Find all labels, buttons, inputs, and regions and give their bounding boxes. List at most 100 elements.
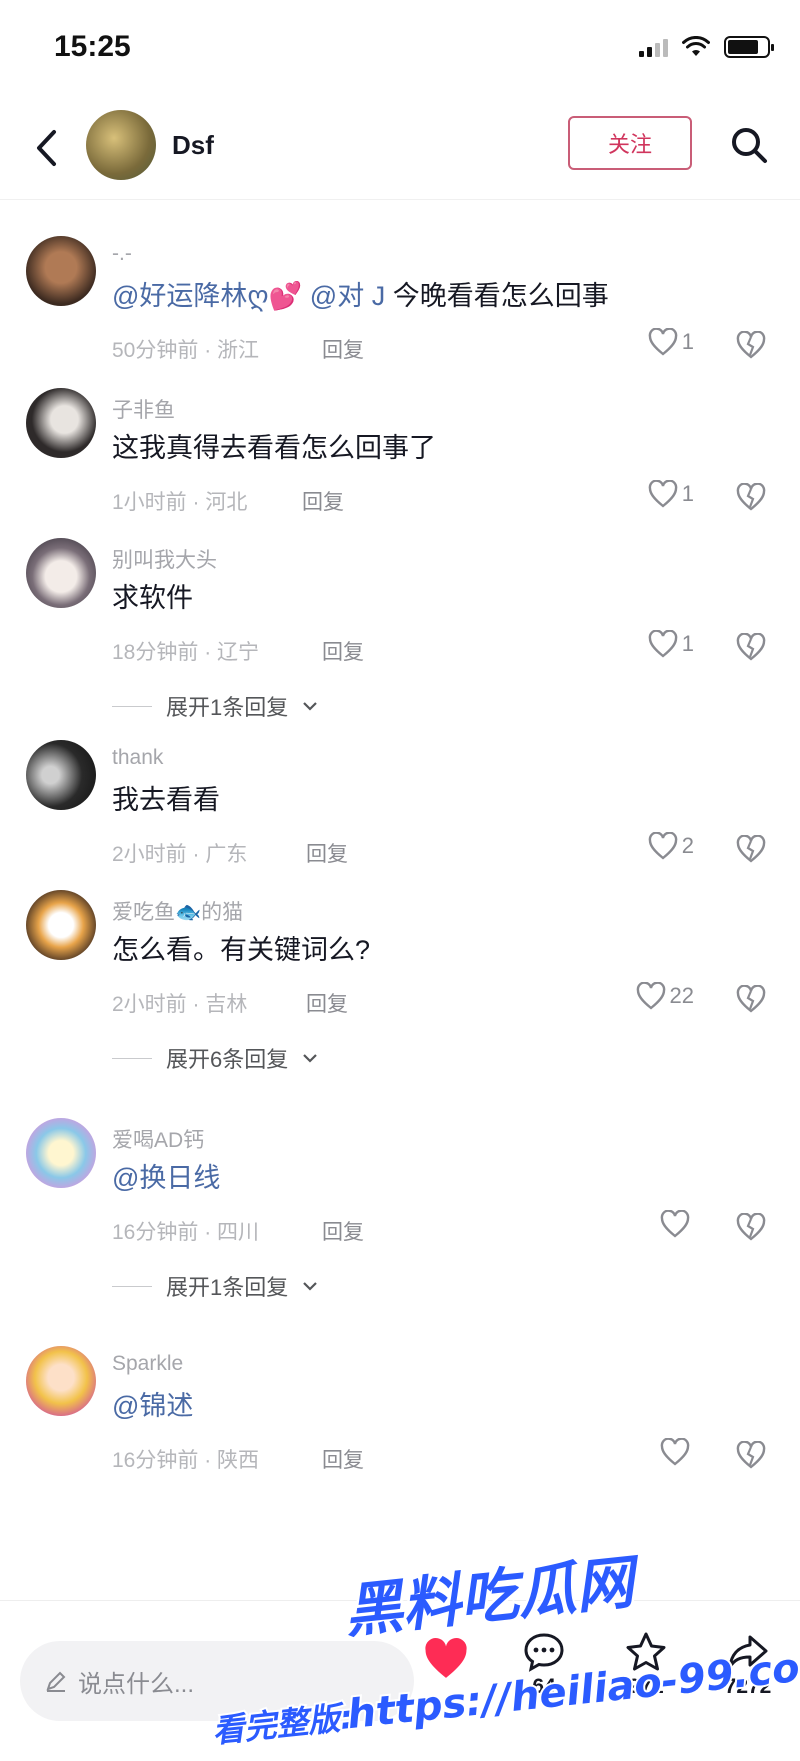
mention-link[interactable]: @锦述 — [112, 1391, 193, 1421]
header: Dsf 关注 — [0, 96, 800, 200]
like-button[interactable]: 2 — [648, 832, 694, 860]
favorite-button[interactable]: 971 — [606, 1631, 686, 1699]
signal-icon — [639, 37, 668, 57]
heart-icon — [425, 1637, 467, 1678]
back-button[interactable] — [26, 124, 66, 172]
avatar[interactable] — [26, 538, 96, 608]
heart-icon — [648, 832, 678, 860]
comment-text: @换日线 — [112, 1156, 220, 1195]
like-button[interactable]: 22 — [636, 982, 694, 1010]
dislike-button[interactable] — [734, 832, 768, 866]
dislike-button[interactable] — [734, 1210, 768, 1244]
chevron-down-icon — [303, 1282, 318, 1291]
like-button[interactable] — [660, 1438, 694, 1466]
search-button[interactable] — [726, 122, 772, 168]
like-button[interactable] — [660, 1210, 694, 1238]
reply-link[interactable]: 回复 — [322, 636, 364, 666]
avatar[interactable] — [26, 1118, 96, 1188]
avatar[interactable] — [26, 1346, 96, 1416]
battery-icon — [724, 36, 774, 58]
like-button[interactable]: 1 — [648, 630, 694, 658]
bottom-bar: 说点什么... 64 971 7272 — [0, 1600, 800, 1761]
like-button[interactable]: 1 — [648, 328, 694, 356]
divider — [112, 705, 152, 707]
reply-link[interactable]: 回复 — [306, 838, 348, 868]
status-icons — [639, 36, 774, 58]
status-bar: 15:25 — [0, 0, 800, 96]
expand-replies-label: 展开6条回复 — [166, 1047, 289, 1072]
comment-text: 怎么看。有关键词么? — [112, 935, 371, 965]
expand-replies-button[interactable]: 展开1条回复 — [112, 690, 318, 722]
avatar[interactable] — [26, 388, 96, 458]
comments-button[interactable]: 64 — [504, 1631, 584, 1699]
comment-text: @锦述 — [112, 1384, 193, 1423]
comment-username[interactable]: 别叫我大头 — [112, 544, 217, 574]
avatar[interactable] — [26, 236, 96, 306]
status-time: 15:25 — [54, 30, 131, 63]
comment-meta: 16分钟前 · 陕西 — [112, 1449, 260, 1472]
reply-link[interactable]: 回复 — [302, 486, 344, 516]
mention-link[interactable]: @对 J — [310, 281, 385, 311]
reply-link[interactable]: 回复 — [306, 988, 348, 1018]
heart-icon — [648, 328, 678, 356]
comment-meta: 1小时前 · 河北 — [112, 491, 248, 514]
comments-count: 64 — [532, 1675, 556, 1698]
comment-username[interactable]: 爱吃鱼🐟的猫 — [112, 896, 243, 926]
comment-icon — [524, 1633, 564, 1672]
dislike-button[interactable] — [734, 982, 768, 1016]
comment-meta: 18分钟前 · 辽宁 — [112, 641, 260, 664]
heart-icon — [648, 480, 678, 508]
expand-replies-button[interactable]: 展开1条回复 — [112, 1270, 318, 1302]
shares-count: 7272 — [724, 1675, 772, 1698]
dislike-button[interactable] — [734, 1438, 768, 1472]
like-count: 22 — [669, 983, 694, 1008]
comment-username[interactable]: 子非鱼 — [112, 394, 175, 424]
chevron-left-icon — [37, 130, 56, 166]
pencil-icon — [46, 1671, 66, 1692]
dislike-button[interactable] — [734, 480, 768, 514]
chevron-down-icon — [303, 1054, 318, 1063]
comment-username[interactable]: 爱喝AD钙 — [112, 1124, 204, 1154]
dislike-button[interactable] — [734, 328, 768, 362]
search-icon — [732, 128, 767, 163]
expand-replies-button[interactable]: 展开6条回复 — [112, 1042, 318, 1074]
avatar[interactable] — [86, 110, 156, 180]
share-icon — [728, 1635, 768, 1669]
comment-input[interactable]: 说点什么... — [20, 1641, 414, 1721]
divider — [112, 1057, 152, 1059]
share-button[interactable]: 7272 — [708, 1631, 788, 1699]
broken-heart-icon — [736, 331, 766, 359]
wifi-icon — [682, 36, 710, 56]
expand-replies-label: 展开1条回复 — [166, 695, 289, 720]
comment-list[interactable]: -.- @好运降林ღ💕 @对 J 今晚看看怎么回事 50分钟前 · 浙江 回复 … — [0, 200, 800, 1605]
like-button[interactable]: 1 — [648, 480, 694, 508]
avatar[interactable] — [26, 890, 96, 960]
dislike-button[interactable] — [734, 630, 768, 664]
avatar[interactable] — [26, 740, 96, 810]
heart-icon — [660, 1438, 690, 1466]
comment-username[interactable]: -.- — [112, 242, 132, 266]
like-count: 2 — [681, 833, 694, 858]
heart-icon — [636, 982, 665, 1010]
reply-link[interactable]: 回复 — [322, 334, 364, 364]
comment-text-body: 今晚看看怎么回事 — [385, 281, 609, 311]
mention-link[interactable]: @换日线 — [112, 1163, 220, 1193]
comment-meta: 16分钟前 · 四川 — [112, 1221, 260, 1244]
comment-username[interactable]: thank — [112, 746, 163, 770]
reply-link[interactable]: 回复 — [322, 1216, 364, 1246]
comment-username[interactable]: Sparkle — [112, 1352, 183, 1376]
profile-name[interactable]: Dsf — [172, 130, 214, 161]
like-video-button[interactable] — [406, 1637, 486, 1681]
broken-heart-icon — [736, 1213, 766, 1241]
comment-meta: 2小时前 · 广东 — [112, 843, 248, 866]
follow-button[interactable]: 关注 — [568, 116, 692, 170]
broken-heart-icon — [736, 483, 766, 511]
mention-link[interactable]: @好运降林ღ💕 — [112, 281, 302, 311]
like-count: 1 — [681, 329, 694, 354]
broken-heart-icon — [736, 835, 766, 863]
input-placeholder: 说点什么... — [78, 1670, 195, 1698]
star-icon — [626, 1632, 666, 1671]
comment-meta: 50分钟前 · 浙江 — [112, 339, 260, 362]
heart-icon — [660, 1210, 690, 1238]
reply-link[interactable]: 回复 — [322, 1444, 364, 1474]
